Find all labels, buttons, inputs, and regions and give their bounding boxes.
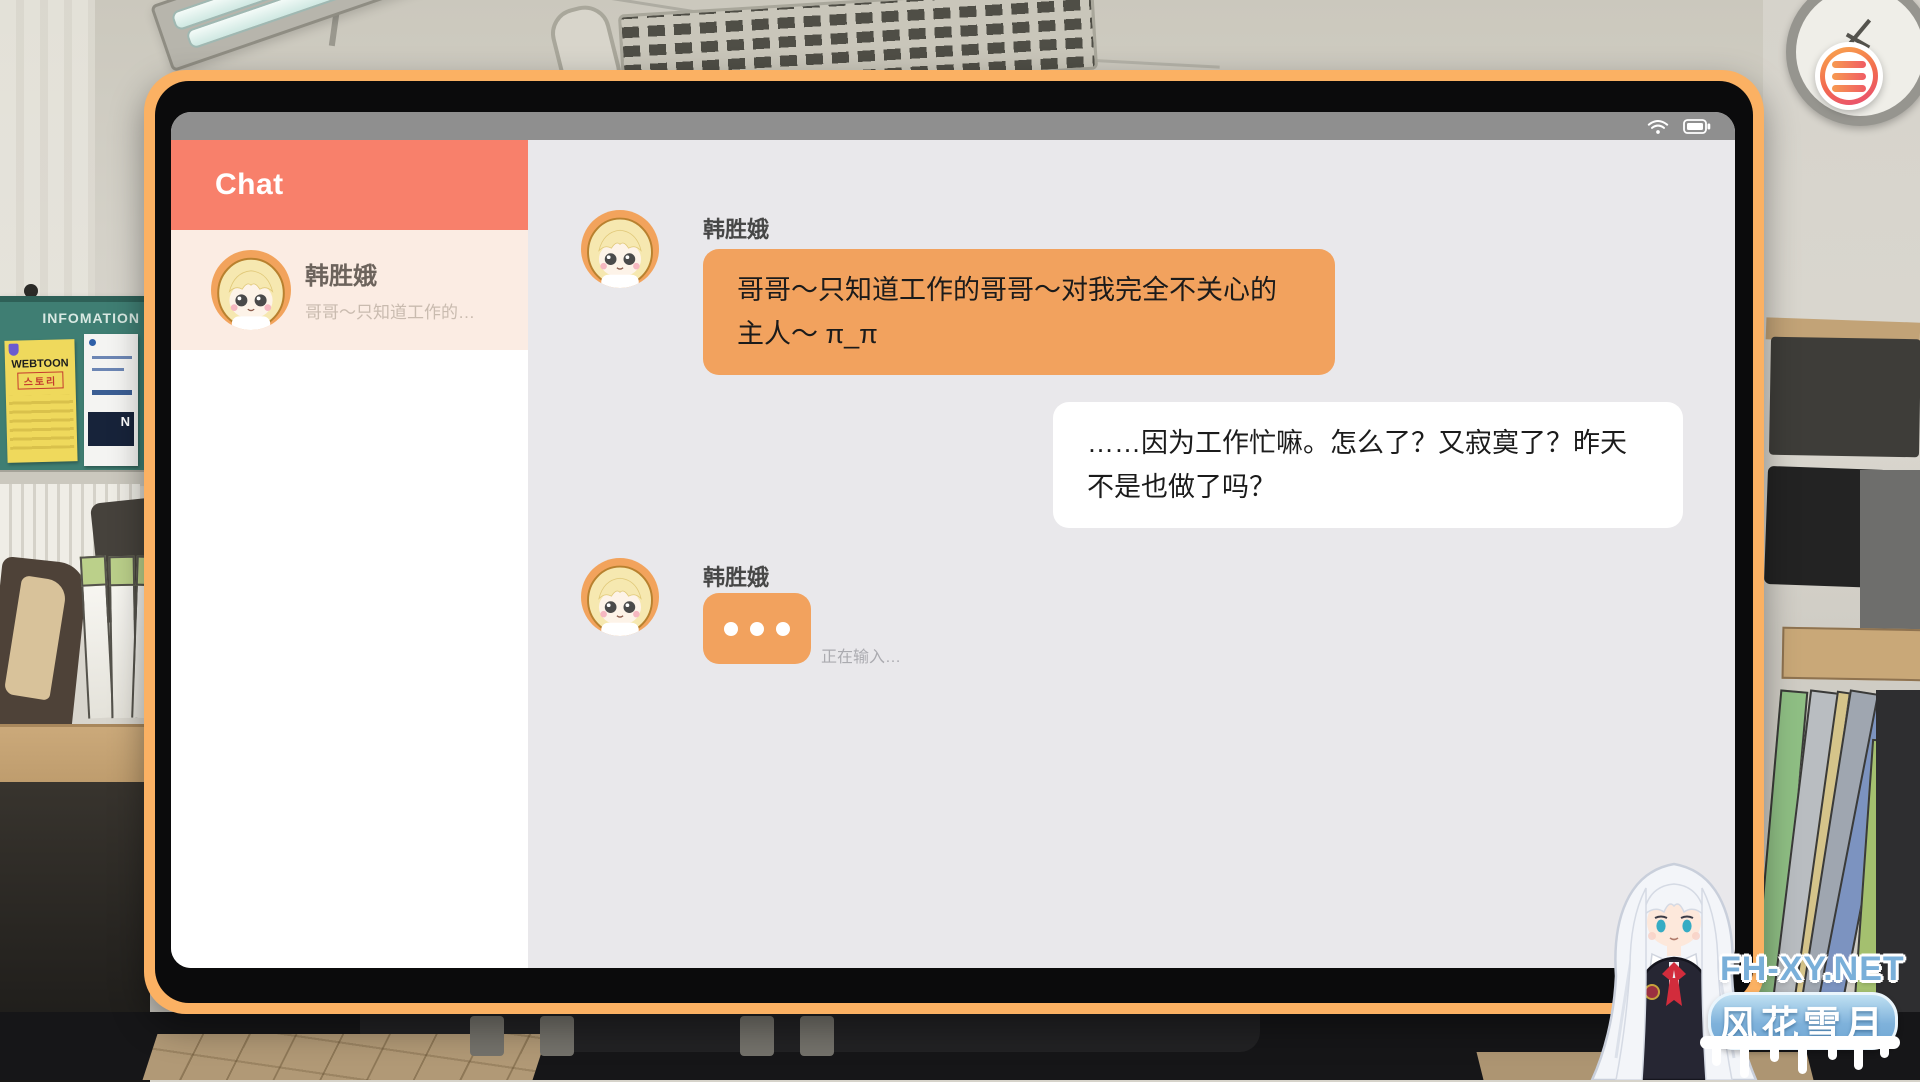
hamburger-bar bbox=[1832, 73, 1866, 80]
chair-foot bbox=[470, 1016, 504, 1056]
chair-foot bbox=[800, 1016, 834, 1056]
snow-drip bbox=[1770, 1044, 1779, 1062]
window-light bbox=[0, 0, 95, 330]
typing-dot bbox=[750, 622, 764, 636]
message-bubble: ……因为工作忙嘛。怎么了？又寂寞了？昨天 不是也做了吗？ bbox=[1053, 402, 1683, 528]
watermark-site: FH-XY.NET bbox=[1720, 950, 1905, 989]
info-poster: N bbox=[84, 334, 138, 466]
snow-drip bbox=[1798, 1044, 1807, 1074]
chat-pane: 韩胜娥 哥哥～只知道工作的哥哥～对我完全不关心的 主人～ π_π ……因为工作忙… bbox=[528, 140, 1735, 968]
poster-line bbox=[92, 390, 132, 395]
snow-drip bbox=[1828, 1044, 1837, 1060]
board-title: INFOMATION bbox=[42, 310, 140, 326]
wifi-icon bbox=[1647, 118, 1669, 135]
chat-app: Chat 韩胜娥 哥哥～只知道工作的… 韩胜娥 哥哥～只知道工作的哥哥～对我完全… bbox=[171, 140, 1735, 968]
tablet-screen: Chat 韩胜娥 哥哥～只知道工作的… 韩胜娥 哥哥～只知道工作的哥哥～对我完全… bbox=[171, 112, 1735, 968]
chair-foot bbox=[540, 1016, 574, 1056]
poster-title: WEBTOON bbox=[8, 357, 72, 371]
snow-drip bbox=[1880, 1044, 1889, 1058]
desk bbox=[0, 724, 150, 789]
typing-dot bbox=[724, 622, 738, 636]
tablet-frame: Chat 韩胜娥 哥哥～只知道工作的… 韩胜娥 哥哥～只知道工作的哥哥～对我完全… bbox=[144, 70, 1764, 1014]
tablet-bezel: Chat 韩胜娥 哥哥～只知道工作的… 韩胜娥 哥哥～只知道工作的哥哥～对我完全… bbox=[155, 81, 1753, 1003]
poster-line bbox=[92, 368, 124, 371]
watermark: FH-XY.NET 风花雪月 bbox=[1570, 850, 1920, 1080]
snow-drip bbox=[1854, 1044, 1863, 1070]
sidebar: Chat 韩胜娥 哥哥～只知道工作的… bbox=[171, 140, 528, 968]
snow-drip bbox=[1712, 1044, 1721, 1066]
status-bar bbox=[171, 112, 1735, 140]
poster-subtitle: 스토리 bbox=[17, 371, 63, 389]
typing-label: 正在输入… bbox=[821, 643, 901, 667]
message-bubble: 哥哥～只知道工作的哥哥～对我完全不关心的 主人～ π_π bbox=[703, 249, 1335, 375]
contact-preview: 哥哥～只知道工作的… bbox=[305, 298, 475, 323]
snow-drip bbox=[1740, 1044, 1749, 1078]
poster-text-lines bbox=[9, 394, 74, 450]
hamburger-icon bbox=[1825, 52, 1873, 100]
hamburger-bar bbox=[1832, 61, 1866, 68]
typing-indicator bbox=[703, 593, 811, 664]
book-stack bbox=[1782, 627, 1920, 681]
bulletin-board: INFOMATION WEBTOON 스토리 N bbox=[0, 296, 146, 478]
message-avatar[interactable] bbox=[581, 210, 659, 288]
contact-avatar[interactable] bbox=[211, 250, 291, 330]
poster-logo-dot bbox=[89, 339, 96, 346]
contact-item[interactable]: 韩胜娥 哥哥～只知道工作的… bbox=[171, 230, 528, 350]
message-sender: 韩胜娥 bbox=[703, 560, 769, 592]
battery-icon bbox=[1683, 119, 1711, 134]
file-top bbox=[80, 555, 108, 586]
message-sender: 韩胜娥 bbox=[703, 212, 769, 244]
webtoon-poster: WEBTOON 스토리 bbox=[4, 339, 77, 463]
menu-ring bbox=[1820, 47, 1878, 105]
chair-foot bbox=[740, 1016, 774, 1056]
file-top bbox=[109, 556, 136, 586]
dark-box bbox=[1769, 337, 1920, 458]
poster-block: N bbox=[88, 412, 134, 446]
bag-flap bbox=[4, 575, 68, 701]
poster-line bbox=[92, 356, 132, 359]
typing-dot bbox=[776, 622, 790, 636]
contact-name: 韩胜娥 bbox=[305, 256, 377, 291]
menu-button[interactable] bbox=[1815, 42, 1883, 110]
hamburger-bar bbox=[1832, 85, 1866, 92]
shield-icon bbox=[8, 344, 18, 356]
message-avatar[interactable] bbox=[581, 558, 659, 636]
sidebar-header: Chat bbox=[171, 140, 528, 230]
